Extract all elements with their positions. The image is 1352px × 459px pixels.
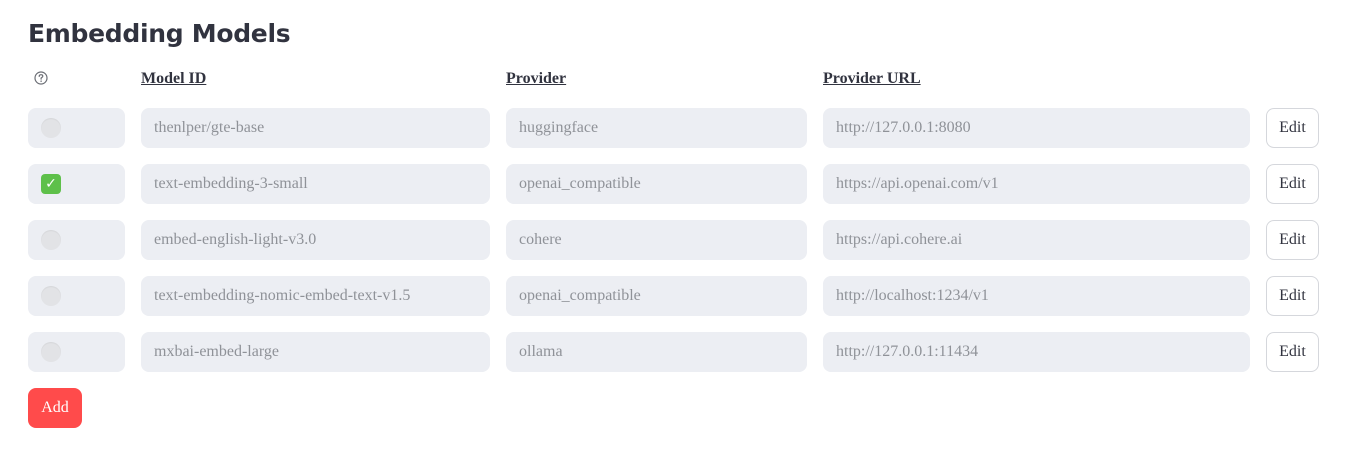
provider-field[interactable]: ollama xyxy=(506,332,807,372)
unselected-circle-icon xyxy=(41,286,61,306)
unselected-circle-icon xyxy=(41,342,61,362)
model-id-field[interactable]: thenlper/gte-base xyxy=(141,108,490,148)
check-mark-icon: ✓ xyxy=(41,174,61,194)
model-id-field[interactable]: mxbai-embed-large xyxy=(141,332,490,372)
table-header: Model ID Provider Provider URL xyxy=(0,66,1352,92)
table-row: thenlper/gte-base huggingface http://127… xyxy=(0,108,1352,148)
unselected-circle-icon xyxy=(41,230,61,250)
provider-field[interactable]: cohere xyxy=(506,220,807,260)
selection-cell[interactable] xyxy=(28,108,125,148)
provider-field[interactable]: huggingface xyxy=(506,108,807,148)
table-row: mxbai-embed-large ollama http://127.0.0.… xyxy=(0,332,1352,372)
model-id-field[interactable]: embed-english-light-v3.0 xyxy=(141,220,490,260)
provider-url-field[interactable]: https://api.cohere.ai xyxy=(823,220,1250,260)
edit-button[interactable]: Edit xyxy=(1266,164,1319,204)
model-id-field[interactable]: text-embedding-nomic-embed-text-v1.5 xyxy=(141,276,490,316)
selection-cell[interactable]: ✓ xyxy=(28,164,125,204)
provider-field[interactable]: openai_compatible xyxy=(506,164,807,204)
edit-button[interactable]: Edit xyxy=(1266,220,1319,260)
table-row: ✓ text-embedding-3-small openai_compatib… xyxy=(0,164,1352,204)
provider-url-field[interactable]: http://127.0.0.1:11434 xyxy=(823,332,1250,372)
embedding-models-table: thenlper/gte-base huggingface http://127… xyxy=(0,108,1352,388)
provider-field[interactable]: openai_compatible xyxy=(506,276,807,316)
unselected-circle-icon xyxy=(41,118,61,138)
table-row: text-embedding-nomic-embed-text-v1.5 ope… xyxy=(0,276,1352,316)
selection-cell[interactable] xyxy=(28,332,125,372)
provider-url-field[interactable]: http://127.0.0.1:8080 xyxy=(823,108,1250,148)
edit-button[interactable]: Edit xyxy=(1266,332,1319,372)
edit-button[interactable]: Edit xyxy=(1266,108,1319,148)
question-circle-icon[interactable] xyxy=(34,71,48,85)
provider-url-field[interactable]: https://api.openai.com/v1 xyxy=(823,164,1250,204)
edit-button[interactable]: Edit xyxy=(1266,276,1319,316)
provider-url-field[interactable]: http://localhost:1234/v1 xyxy=(823,276,1250,316)
model-id-field[interactable]: text-embedding-3-small xyxy=(141,164,490,204)
selection-cell[interactable] xyxy=(28,276,125,316)
page-title: Embedding Models xyxy=(28,19,291,48)
table-row: embed-english-light-v3.0 cohere https://… xyxy=(0,220,1352,260)
selection-cell[interactable] xyxy=(28,220,125,260)
add-button[interactable]: Add xyxy=(28,388,82,428)
column-header-provider[interactable]: Provider xyxy=(506,68,566,90)
column-header-provider-url[interactable]: Provider URL xyxy=(823,68,921,90)
column-header-model-id[interactable]: Model ID xyxy=(141,68,206,90)
